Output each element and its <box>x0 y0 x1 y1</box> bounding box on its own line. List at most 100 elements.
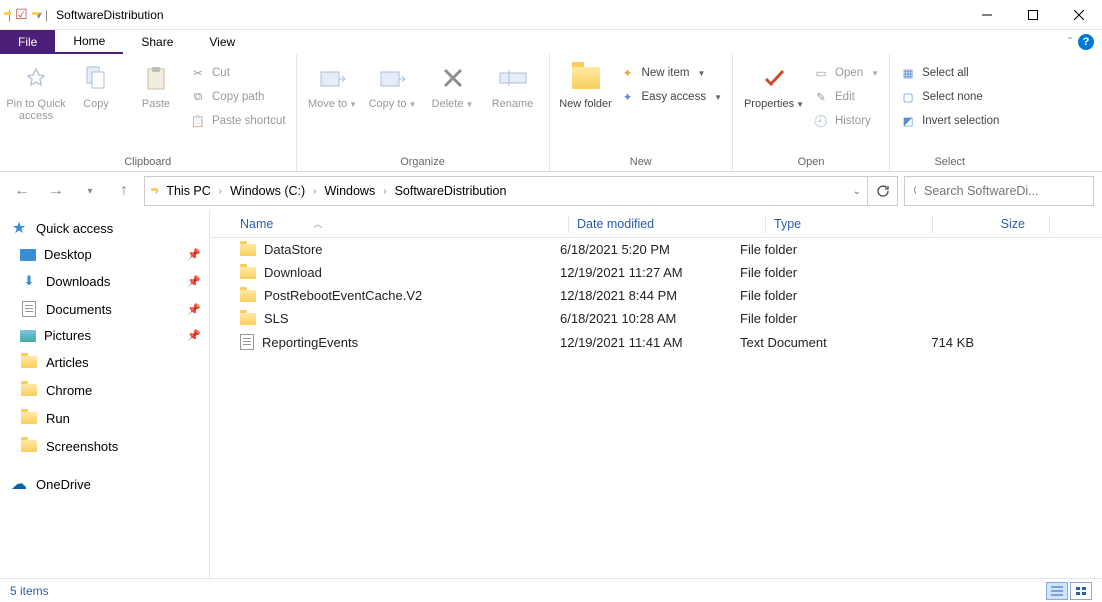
easy-access-button[interactable]: ✦Easy access▼ <box>616 88 726 106</box>
paste-shortcut-button[interactable]: 📋Paste shortcut <box>186 112 290 130</box>
properties-button[interactable]: Properties▼ <box>739 58 809 110</box>
pin-icon: 📌 <box>187 248 201 261</box>
nav-articles[interactable]: Articles <box>0 348 209 376</box>
breadcrumb-item[interactable]: SoftwareDistribution <box>391 184 511 198</box>
onedrive-icon: ☁ <box>10 475 28 493</box>
history-icon: 🕘 <box>813 113 829 129</box>
ribbon-group-select: ▦Select all ▢Select none ◩Invert selecti… <box>890 54 1009 171</box>
nav-desktop[interactable]: Desktop📌 <box>0 242 209 267</box>
up-button[interactable]: ↑ <box>110 177 138 205</box>
column-name[interactable]: Name <box>240 217 273 231</box>
status-bar: 5 items <box>0 578 1102 602</box>
view-details-button[interactable] <box>1046 582 1068 600</box>
tab-file[interactable]: File <box>0 30 55 54</box>
paste-button[interactable]: Paste <box>126 58 186 110</box>
cut-button[interactable]: ✂Cut <box>186 64 290 82</box>
minimize-button[interactable] <box>964 0 1010 30</box>
file-row[interactable]: PostRebootEventCache.V212/18/2021 8:44 P… <box>210 284 1102 307</box>
breadcrumb-item[interactable]: This PC <box>162 184 214 198</box>
breadcrumb-dropdown-icon[interactable]: ⌄ <box>853 186 861 197</box>
breadcrumb[interactable]: › This PC› Windows (C:)› Windows› Softwa… <box>144 176 868 206</box>
search-input[interactable] <box>924 184 1085 198</box>
pin-to-quick-access-button[interactable]: Pin to Quick access <box>6 58 66 122</box>
invert-selection-button[interactable]: ◩Invert selection <box>896 112 1003 130</box>
nav-documents[interactable]: Documents📌 <box>0 295 209 323</box>
refresh-button[interactable] <box>868 176 898 206</box>
delete-button[interactable]: Delete▼ <box>423 58 483 110</box>
properties-icon <box>758 62 790 94</box>
view-large-icons-button[interactable] <box>1070 582 1092 600</box>
file-list[interactable]: DataStore6/18/2021 5:20 PMFile folderDow… <box>210 238 1102 578</box>
group-label-open: Open <box>733 156 889 171</box>
help-icon[interactable]: ? <box>1078 34 1094 50</box>
column-type[interactable]: Type <box>766 217 916 231</box>
ribbon: Pin to Quick access Copy Paste ✂Cut ⧉Cop… <box>0 54 1102 172</box>
back-button[interactable]: ← <box>8 177 36 205</box>
breadcrumb-item[interactable]: Windows <box>321 184 380 198</box>
column-size[interactable]: Size <box>933 217 1033 231</box>
select-all-button[interactable]: ▦Select all <box>896 64 1003 82</box>
breadcrumb-item[interactable]: Windows (C:) <box>226 184 309 198</box>
move-to-button[interactable]: Move to▼ <box>303 58 363 110</box>
new-folder-button[interactable]: New folder <box>556 58 616 110</box>
pin-icon: 📌 <box>187 303 201 316</box>
copy-button[interactable]: Copy <box>66 58 126 110</box>
edit-button[interactable]: ✎Edit <box>809 88 883 106</box>
tab-view[interactable]: View <box>191 30 253 54</box>
file-size: 714 KB <box>882 335 982 350</box>
qat-properties-icon[interactable]: ☑ <box>15 6 28 23</box>
folder-icon <box>240 313 256 325</box>
file-row[interactable]: Download12/19/2021 11:27 AMFile folder <box>210 261 1102 284</box>
folder-icon <box>20 381 38 399</box>
copy-to-icon <box>377 62 409 94</box>
maximize-button[interactable] <box>1010 0 1056 30</box>
rename-button[interactable]: Rename <box>483 58 543 110</box>
navigation-pane[interactable]: ★ Quick access Desktop📌 ⬇Downloads📌 Docu… <box>0 210 210 578</box>
history-button[interactable]: 🕘History <box>809 112 883 130</box>
collapse-ribbon-icon[interactable]: ˆ <box>1068 35 1072 49</box>
copy-path-icon: ⧉ <box>190 89 206 105</box>
close-button[interactable] <box>1056 0 1102 30</box>
nav-screenshots[interactable]: Screenshots <box>0 432 209 460</box>
search-box[interactable] <box>904 176 1094 206</box>
downloads-icon: ⬇ <box>20 272 38 290</box>
nav-quick-access[interactable]: ★ Quick access <box>0 214 209 242</box>
paste-shortcut-icon: 📋 <box>190 113 206 129</box>
copy-path-button[interactable]: ⧉Copy path <box>186 88 290 106</box>
tab-share[interactable]: Share <box>123 30 191 54</box>
nav-onedrive[interactable]: ☁OneDrive <box>0 470 209 498</box>
folder-icon <box>20 353 38 371</box>
nav-run[interactable]: Run <box>0 404 209 432</box>
nav-pictures[interactable]: Pictures📌 <box>0 323 209 348</box>
tab-home[interactable]: Home <box>55 30 123 54</box>
cut-icon: ✂ <box>190 65 206 81</box>
file-name: SLS <box>264 311 289 326</box>
open-button[interactable]: ▭Open▼ <box>809 64 883 82</box>
column-date[interactable]: Date modified <box>569 217 749 231</box>
nav-downloads[interactable]: ⬇Downloads📌 <box>0 267 209 295</box>
move-to-icon <box>317 62 349 94</box>
file-row[interactable]: DataStore6/18/2021 5:20 PMFile folder <box>210 238 1102 261</box>
file-name: DataStore <box>264 242 323 257</box>
folder-icon <box>20 409 38 427</box>
column-headers[interactable]: Name︿ Date modified Type Size <box>210 210 1102 238</box>
new-item-button[interactable]: ✦New item▼ <box>616 64 726 82</box>
title-bar: | ☑ ▾ | SoftwareDistribution <box>0 0 1102 30</box>
search-icon <box>913 184 916 198</box>
select-none-icon: ▢ <box>900 89 916 105</box>
file-row[interactable]: SLS6/18/2021 10:28 AMFile folder <box>210 307 1102 330</box>
open-icon: ▭ <box>813 65 829 81</box>
forward-button[interactable]: → <box>42 177 70 205</box>
easy-access-icon: ✦ <box>620 89 636 105</box>
text-file-icon <box>240 334 254 350</box>
file-row[interactable]: ReportingEvents12/19/2021 11:41 AMText D… <box>210 330 1102 354</box>
recent-locations-button[interactable]: ▾ <box>76 177 104 205</box>
select-none-button[interactable]: ▢Select none <box>896 88 1003 106</box>
group-label-select: Select <box>890 156 1009 171</box>
pictures-icon <box>20 330 36 342</box>
file-list-pane: Name︿ Date modified Type Size DataStore6… <box>210 210 1102 578</box>
select-all-icon: ▦ <box>900 65 916 81</box>
new-folder-icon <box>570 62 602 94</box>
nav-chrome[interactable]: Chrome <box>0 376 209 404</box>
copy-to-button[interactable]: Copy to▼ <box>363 58 423 110</box>
